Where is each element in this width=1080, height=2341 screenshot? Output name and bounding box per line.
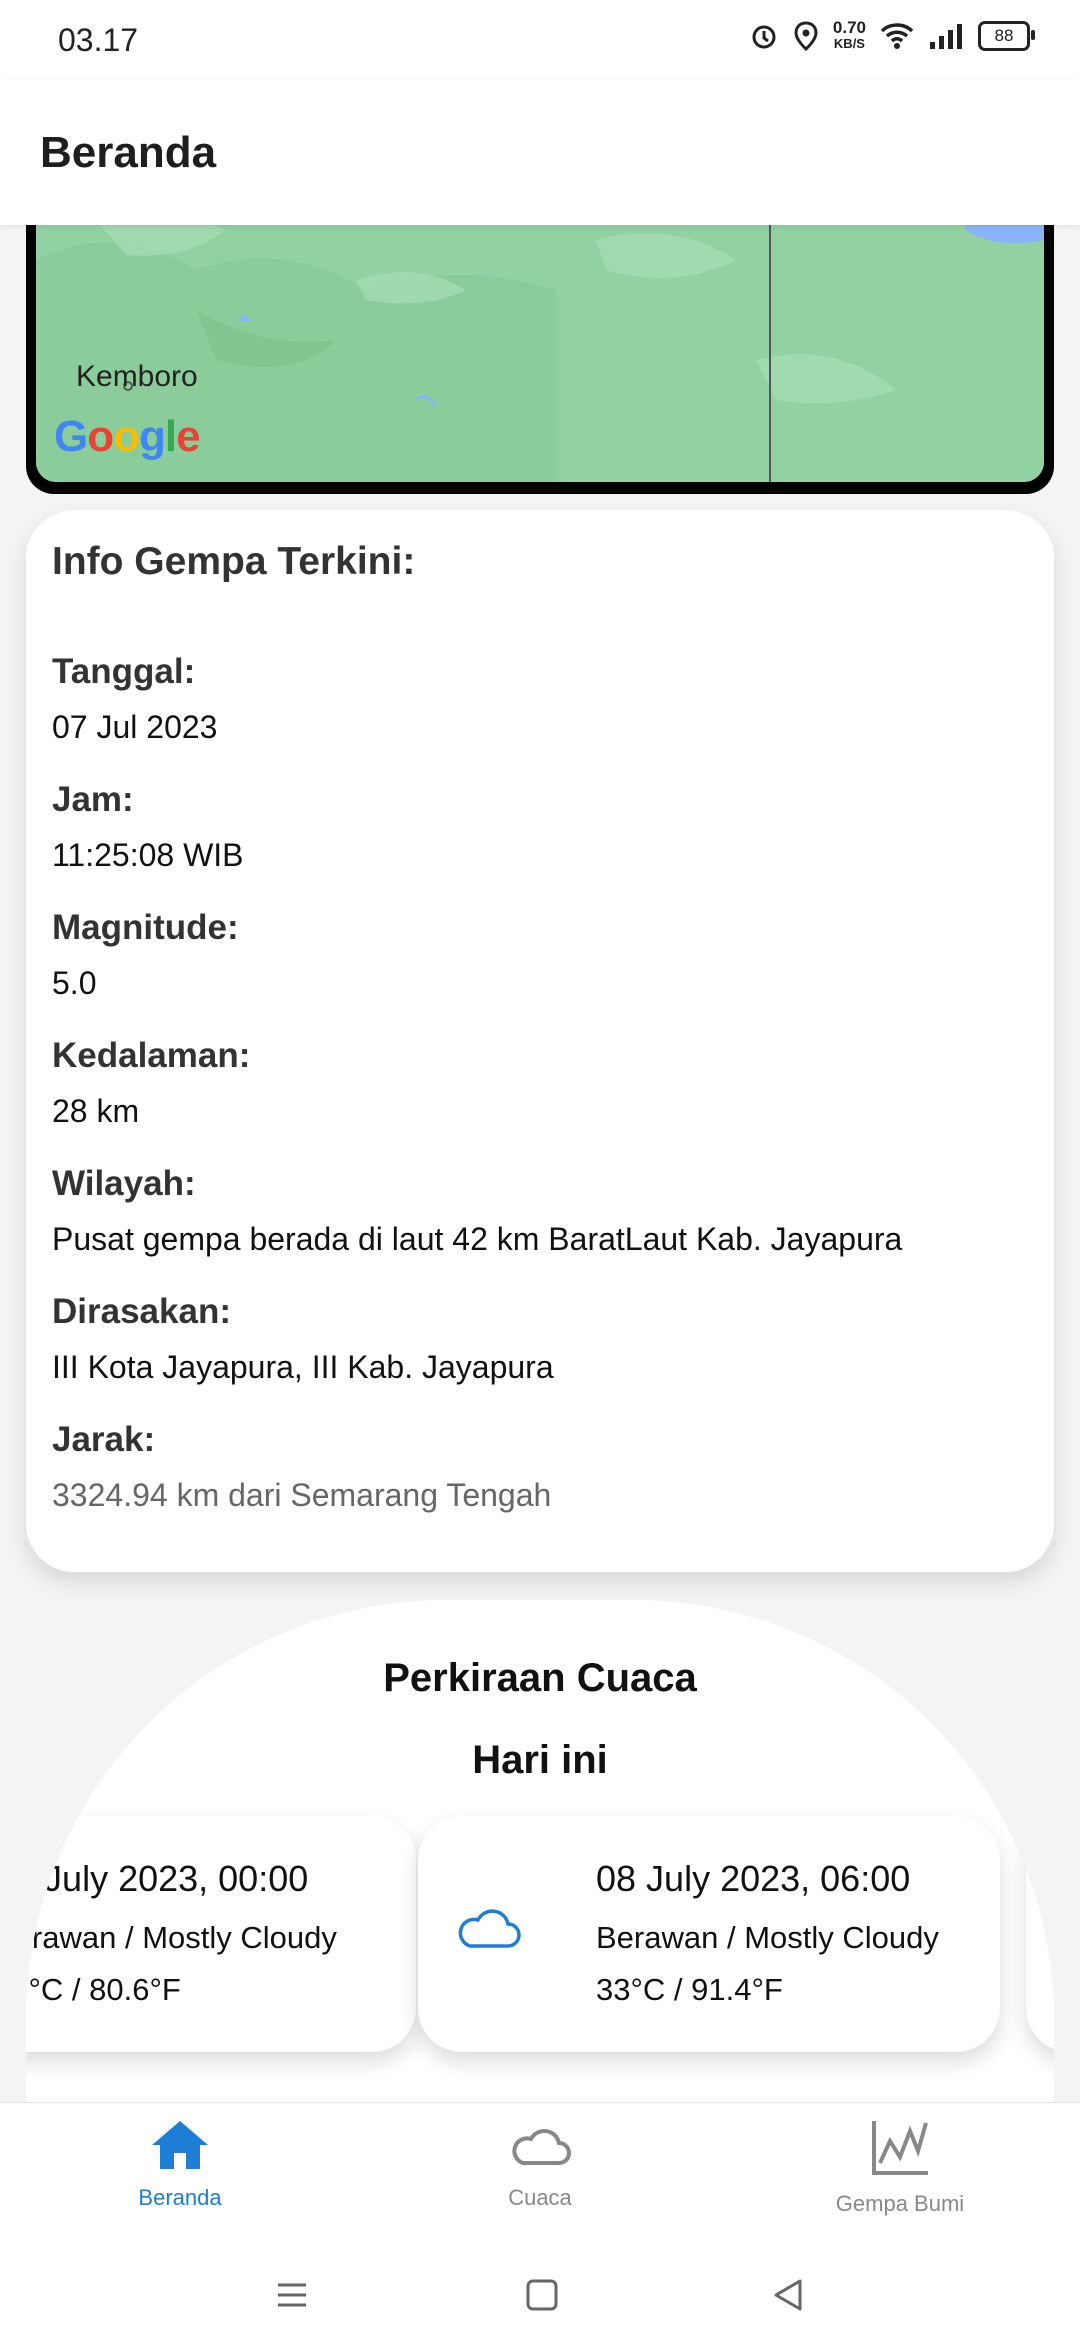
google-logo: Google xyxy=(54,412,201,461)
field-value: III Kota Jayapura, III Kab. Jayapura xyxy=(52,1349,554,1385)
field-label: Jam: xyxy=(52,780,134,819)
field-region: Wilayah: Pusat gempa berada di laut 42 k… xyxy=(52,1162,902,1262)
field-label: Magnitude: xyxy=(52,908,239,947)
forecast-card-partial[interactable] xyxy=(1026,1816,1054,2052)
page-title: Beranda xyxy=(40,128,217,177)
forecast-desc: Berawan / Mostly Cloudy xyxy=(26,1920,337,1955)
field-value: 07 Jul 2023 xyxy=(52,709,218,745)
field-magnitude: Magnitude: 5.0 xyxy=(52,906,902,1006)
status-time: 03.17 xyxy=(58,22,139,58)
app-bar: Beranda xyxy=(0,80,1080,225)
net-speed-unit: KB/S xyxy=(833,36,865,51)
field-label: Dirasakan: xyxy=(52,1292,231,1331)
wifi-icon xyxy=(880,22,914,50)
forecast-card[interactable]: 08 July 2023, 06:00 Berawan / Mostly Clo… xyxy=(418,1816,1000,2052)
field-value: 28 km xyxy=(52,1093,140,1129)
nav-item-beranda[interactable]: Beranda xyxy=(30,2117,330,2211)
forecast-date: 08 July 2023, 00:00 xyxy=(26,1858,309,1899)
field-felt: Dirasakan: III Kota Jayapura, III Kab. J… xyxy=(52,1290,902,1390)
forecast-temp: 33°C / 91.4°F xyxy=(596,1972,783,2007)
system-navigation xyxy=(0,2263,1080,2333)
network-speed: 0.70 KB/S xyxy=(832,18,866,52)
quake-card-title: Info Gempa Terkini: xyxy=(52,540,416,583)
forecast-card[interactable]: 08 July 2023, 00:00 Berawan / Mostly Clo… xyxy=(26,1816,416,2052)
field-depth: Kedalaman: 28 km xyxy=(52,1034,902,1134)
home-icon xyxy=(30,2117,330,2173)
field-value: 11:25:08 WIB xyxy=(52,837,244,873)
weather-title: Perkiraan Cuaca xyxy=(383,1656,697,1700)
field-value: 5.0 xyxy=(52,965,97,1001)
nav-label: Beranda xyxy=(138,2185,222,2210)
status-bar: 03.17 0.70 KB/S 88 xyxy=(0,0,1080,80)
chart-icon xyxy=(750,2117,1050,2179)
map-view[interactable]: Kemboro Google xyxy=(36,200,1044,482)
home-square-icon[interactable] xyxy=(522,2275,562,2320)
field-date: Tanggal: 07 Jul 2023 xyxy=(52,650,902,750)
field-label: Wilayah: xyxy=(52,1164,196,1203)
alarm-icon xyxy=(749,21,779,51)
forecast-carousel[interactable]: 08 July 2023, 00:00 Berawan / Mostly Clo… xyxy=(26,1816,1054,2056)
quake-fields: Tanggal: 07 Jul 2023 Jam: 11:25:08 WIB M… xyxy=(52,650,902,1546)
field-distance: Jarak: 3324.94 km dari Semarang Tengah xyxy=(52,1418,902,1518)
map-frame: Kemboro Google xyxy=(26,200,1054,494)
field-value: 3324.94 km dari Semarang Tengah xyxy=(52,1477,552,1513)
signal-icon xyxy=(928,22,964,50)
battery-indicator: 88 xyxy=(978,21,1035,51)
nav-label: Gempa Bumi xyxy=(835,2191,965,2216)
status-icons: 0.70 KB/S 88 xyxy=(749,18,1035,52)
field-time: Jam: 11:25:08 WIB xyxy=(52,778,902,878)
field-label: Jarak: xyxy=(52,1420,156,1459)
net-speed-value: 0.70 xyxy=(832,18,866,37)
weather-subtitle: Hari ini xyxy=(472,1738,608,1782)
nav-label: Cuaca xyxy=(508,2185,572,2210)
menu-icon[interactable] xyxy=(272,2275,312,2320)
earthquake-info-card: Info Gempa Terkini: Tanggal: 07 Jul 2023… xyxy=(26,510,1054,1572)
nav-item-gempa-bumi[interactable]: Gempa Bumi xyxy=(750,2117,1050,2217)
forecast-desc: Berawan / Mostly Cloudy xyxy=(596,1920,939,1955)
field-value: Pusat gempa berada di laut 42 km BaratLa… xyxy=(52,1221,903,1257)
map-place-label: Kemboro xyxy=(76,360,198,393)
field-label: Tanggal: xyxy=(52,652,196,691)
bottom-navigation: Beranda Cuaca Gempa Bumi xyxy=(0,2102,1080,2341)
forecast-temp: 27°C / 80.6°F xyxy=(26,1972,181,2007)
cloud-icon xyxy=(454,1904,522,1955)
location-icon xyxy=(793,21,819,51)
forecast-date: 08 July 2023, 06:00 xyxy=(596,1858,911,1899)
back-icon[interactable] xyxy=(768,2275,808,2320)
nav-item-cuaca[interactable]: Cuaca xyxy=(390,2117,690,2211)
field-label: Kedalaman: xyxy=(52,1036,251,1075)
cloud-icon xyxy=(390,2117,690,2173)
